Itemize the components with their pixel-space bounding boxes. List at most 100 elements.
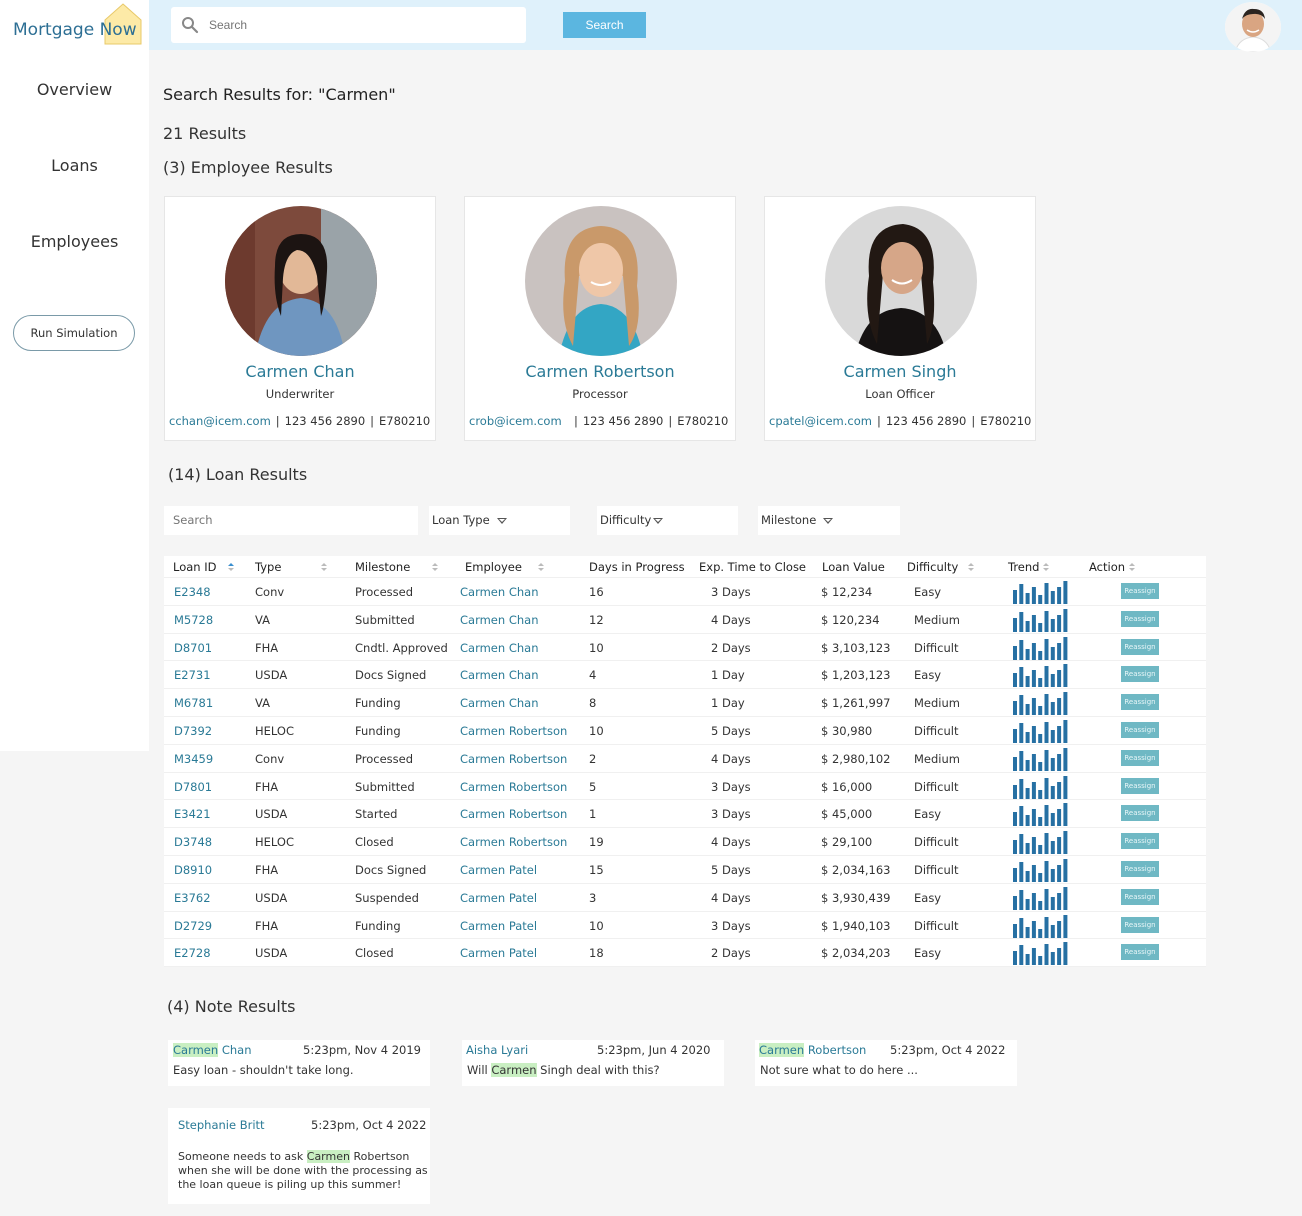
loan-id-cell[interactable]: M6781: [174, 696, 213, 710]
col-loan-value[interactable]: Loan Value: [822, 560, 885, 574]
reassign-button[interactable]: Reassign: [1121, 721, 1159, 738]
table-row[interactable]: D3748 HELOC Closed Carmen Robertson 19 4 Days…: [164, 828, 1206, 856]
employee-cell[interactable]: Carmen Chan: [460, 641, 538, 655]
col-exp-time[interactable]: Exp. Time to Close: [699, 560, 806, 574]
employee-email[interactable]: crob@icem.com: [469, 414, 562, 428]
employee-cell[interactable]: Carmen Robertson: [460, 780, 567, 794]
loan-id-cell[interactable]: D7801: [174, 780, 212, 794]
reassign-button[interactable]: Reassign: [1121, 888, 1159, 905]
employee-cell[interactable]: Carmen Robertson: [460, 807, 567, 821]
reassign-button[interactable]: Reassign: [1121, 777, 1159, 794]
loan-id-cell[interactable]: E2728: [174, 946, 211, 960]
table-row[interactable]: E2348 Conv Processed Carmen Chan 16 3 Days $ 1…: [164, 578, 1206, 606]
employee-cell[interactable]: Carmen Patel: [460, 891, 537, 905]
loan-id-cell[interactable]: D7392: [174, 724, 212, 738]
employee-cell[interactable]: Carmen Chan: [460, 668, 538, 682]
table-row[interactable]: E3421 USDA Started Carmen Robertson 1 3 Days $…: [164, 800, 1206, 829]
global-search[interactable]: [171, 7, 526, 43]
user-avatar[interactable]: [1225, 2, 1281, 52]
table-row[interactable]: M3459 Conv Processed Carmen Robertson 2 4 Day…: [164, 745, 1206, 773]
loan-id-cell[interactable]: M5728: [174, 613, 213, 627]
loan-id-cell[interactable]: E2348: [174, 585, 211, 599]
employee-cell[interactable]: Carmen Chan: [460, 613, 538, 627]
employee-email[interactable]: cpatel@icem.com: [769, 414, 872, 428]
reassign-button[interactable]: Reassign: [1121, 805, 1159, 822]
col-days[interactable]: Days in Progress: [589, 560, 685, 574]
table-row[interactable]: D8910 FHA Docs Signed Carmen Patel 15 5 Days $…: [164, 856, 1206, 884]
sidebar: Mortgage Now Overview Loans Employees Ru…: [0, 0, 149, 751]
search-input[interactable]: [209, 15, 509, 35]
reassign-button[interactable]: Reassign: [1121, 694, 1159, 711]
search-button[interactable]: Search: [563, 12, 646, 38]
logo[interactable]: Mortgage Now: [13, 0, 149, 50]
loan-search-field[interactable]: [164, 506, 418, 535]
employee-card[interactable]: Carmen Chan Underwriter cchan@icem.com | 1…: [164, 196, 436, 441]
difficulty-filter[interactable]: Difficulty: [597, 506, 738, 535]
table-row[interactable]: D7801 FHA Submitted Carmen Robertson 5 3 Days…: [164, 773, 1206, 801]
employee-cell[interactable]: Carmen Robertson: [460, 724, 567, 738]
employee-cell[interactable]: Carmen Chan: [460, 696, 538, 710]
table-row[interactable]: E2728 USDA Closed Carmen Patel 18 2 Days $ 2,0…: [164, 939, 1206, 968]
employee-name[interactable]: Carmen Chan: [165, 362, 435, 381]
reassign-button[interactable]: Reassign: [1121, 944, 1159, 961]
table-row[interactable]: M6781 VA Funding Carmen Chan 8 1 Day $ 1,261,9…: [164, 689, 1206, 717]
employee-name[interactable]: Carmen Singh: [765, 362, 1035, 381]
loan-type-filter[interactable]: Loan Type: [429, 506, 570, 535]
employee-card[interactable]: Carmen Robertson Processor crob@icem.com…: [464, 196, 736, 441]
loan-id-cell[interactable]: D8701: [174, 641, 212, 655]
col-action[interactable]: Action: [1089, 560, 1136, 574]
employee-cell[interactable]: Carmen Patel: [460, 946, 537, 960]
loan-id-cell[interactable]: E3762: [174, 891, 211, 905]
milestone-filter[interactable]: Milestone: [758, 506, 900, 535]
reassign-button[interactable]: Reassign: [1121, 583, 1159, 599]
sidebar-item-overview[interactable]: Overview: [0, 80, 149, 99]
loan-search-input[interactable]: [173, 513, 413, 527]
employee-cell[interactable]: Carmen Robertson: [460, 835, 567, 849]
note-author[interactable]: Aisha Lyari: [466, 1043, 528, 1057]
note-card[interactable]: Aisha Lyari 5:23pm, Jun 4 2020 Will Carm…: [462, 1040, 724, 1086]
employee-cell[interactable]: Carmen Patel: [460, 919, 537, 933]
col-type[interactable]: Type: [255, 560, 328, 574]
reassign-button[interactable]: Reassign: [1121, 860, 1159, 877]
table-row[interactable]: D2729 FHA Funding Carmen Patel 10 3 Days $ 1,9…: [164, 912, 1206, 940]
run-simulation-button[interactable]: Run Simulation: [13, 315, 135, 351]
table-row[interactable]: E3762 USDA Suspended Carmen Patel 3 4 Days $ 3…: [164, 884, 1206, 912]
loan-value-cell: $ 2,034,163: [821, 862, 891, 877]
employee-email[interactable]: cchan@icem.com: [169, 414, 271, 428]
note-card[interactable]: Carmen Chan 5:23pm, Nov 4 2019 Easy loan…: [168, 1040, 430, 1086]
employee-card[interactable]: Carmen Singh Loan Officer cpatel@icem.co…: [764, 196, 1036, 441]
col-difficulty[interactable]: Difficulty: [907, 560, 975, 574]
note-author[interactable]: Stephanie Britt: [178, 1118, 265, 1132]
note-card[interactable]: Stephanie Britt 5:23pm, Oct 4 2022 Someo…: [168, 1108, 430, 1204]
reassign-button[interactable]: Reassign: [1121, 916, 1159, 933]
loan-id-cell[interactable]: D8910: [174, 863, 212, 877]
note-author-rest: Aisha Lyari: [466, 1043, 529, 1057]
reassign-button[interactable]: Reassign: [1121, 749, 1159, 766]
employee-cell[interactable]: Carmen Patel: [460, 863, 537, 877]
table-row[interactable]: M5728 VA Submitted Carmen Chan 12 4 Days $ 120…: [164, 606, 1206, 634]
col-milestone[interactable]: Milestone: [355, 560, 439, 574]
note-author[interactable]: Carmen Chan: [173, 1043, 251, 1057]
note-card[interactable]: Carmen Robertson 5:23pm, Oct 4 2022 Not …: [755, 1040, 1017, 1086]
employee-name[interactable]: Carmen Robertson: [465, 362, 735, 381]
col-trend[interactable]: Trend: [1008, 560, 1050, 574]
employee-cell[interactable]: Carmen Chan: [460, 585, 538, 599]
employee-cell[interactable]: Carmen Robertson: [460, 752, 567, 766]
col-employee[interactable]: Employee: [465, 560, 544, 574]
reassign-button[interactable]: Reassign: [1121, 610, 1159, 627]
sidebar-item-employees[interactable]: Employees: [0, 232, 149, 251]
loan-id-cell[interactable]: D2729: [174, 919, 212, 933]
col-loan-id[interactable]: Loan ID: [173, 560, 235, 574]
sidebar-item-loans[interactable]: Loans: [0, 156, 149, 175]
table-row[interactable]: E2731 USDA Docs Signed Carmen Chan 4 1 Day $ 1…: [164, 661, 1206, 690]
reassign-button[interactable]: Reassign: [1121, 833, 1159, 850]
loan-id-cell[interactable]: M3459: [174, 752, 213, 766]
table-row[interactable]: D7392 HELOC Funding Carmen Robertson 10 5 Day…: [164, 717, 1206, 745]
note-author[interactable]: Carmen Robertson: [759, 1043, 866, 1057]
reassign-button[interactable]: Reassign: [1121, 638, 1159, 655]
loan-id-cell[interactable]: E2731: [174, 668, 211, 682]
reassign-button[interactable]: Reassign: [1121, 666, 1159, 683]
table-row[interactable]: D8701 FHA Cndtl. Approved Carmen Chan 10 2 Da…: [164, 634, 1206, 662]
loan-id-cell[interactable]: D3748: [174, 835, 212, 849]
loan-id-cell[interactable]: E3421: [174, 807, 211, 821]
